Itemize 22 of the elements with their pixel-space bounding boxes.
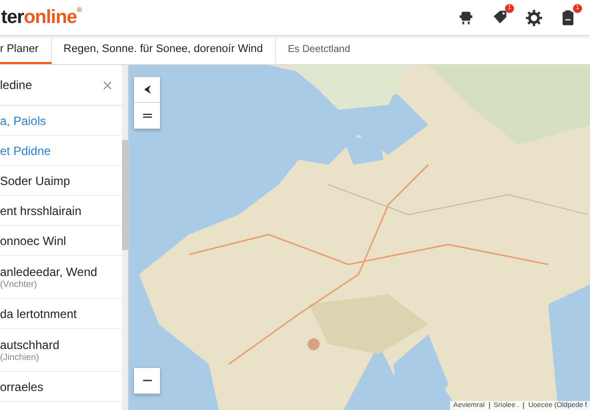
robot-icon[interactable]: [457, 8, 475, 26]
result-item[interactable]: onnoec Winl: [0, 234, 122, 248]
result-item[interactable]: autschhard: [0, 338, 122, 352]
result-item[interactable]: et Pdidne: [0, 144, 122, 158]
nav-tab[interactable]: Regen, Sonne. für Sonee, dorenoír Wind: [64, 36, 276, 64]
result-subtitle: (Jinchien): [0, 352, 40, 362]
result-item[interactable]: Soder Uaimp: [0, 174, 122, 188]
scrollbar[interactable]: [122, 65, 128, 410]
locate-button[interactable]: [134, 77, 160, 103]
close-icon[interactable]: [103, 80, 112, 90]
result-item[interactable]: ent hrsshlairain: [0, 204, 122, 218]
result-item[interactable]: orraeles: [0, 380, 122, 394]
result-subtitle: (Vnchter): [0, 279, 38, 289]
search-field[interactable]: ledine: [0, 78, 103, 92]
result-item[interactable]: a, Paiols: [0, 114, 122, 128]
arrow-icon: [142, 84, 152, 95]
nav-tab[interactable]: Es Deetctland: [288, 36, 362, 64]
settings-icon[interactable]: [525, 8, 543, 26]
result-item[interactable]: da lertotnment: [0, 306, 122, 320]
result-item[interactable]: anledeedar, Wend: [0, 265, 122, 279]
layers-button[interactable]: [134, 103, 160, 129]
logo[interactable]: teronline$^{®}$: [1, 6, 82, 28]
